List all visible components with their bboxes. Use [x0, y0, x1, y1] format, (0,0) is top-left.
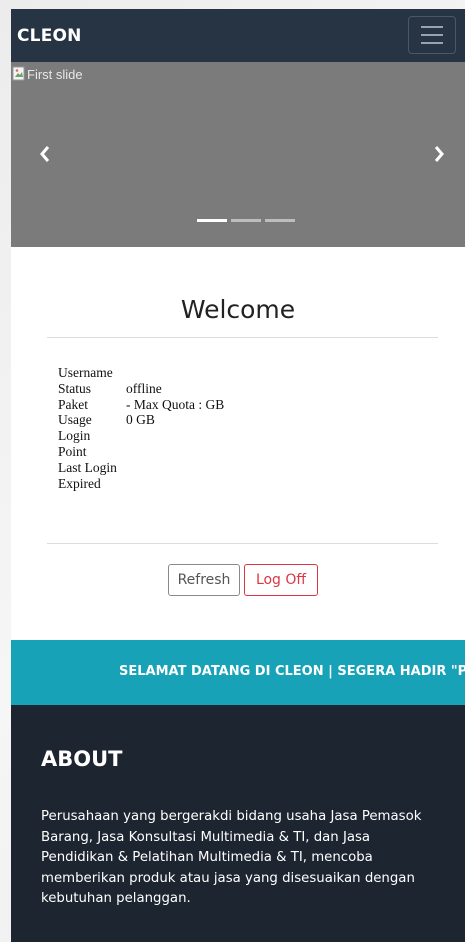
info-row-paket: Paket - Max Quota : GB — [58, 397, 224, 413]
hamburger-icon-line — [421, 34, 443, 36]
action-buttons: Refresh Log Off — [168, 564, 318, 596]
about-section: ABOUT Perusahaan yang bergerakdi bidang … — [11, 705, 465, 942]
info-label: Status — [58, 380, 92, 396]
info-value: 0 GB — [126, 412, 155, 428]
carousel-indicators — [197, 219, 295, 222]
info-value: offline — [126, 380, 162, 396]
marquee-text: SELAMAT DATANG DI CLEON | SEGERA HADIR "… — [119, 664, 465, 679]
brand-logo-text[interactable]: CLEON — [17, 26, 82, 46]
app-frame: CLEON First slide Welcome Username Statu… — [11, 9, 465, 942]
broken-image-icon — [12, 66, 25, 81]
carousel-indicator-1[interactable] — [197, 219, 227, 222]
info-row-status: Status offline — [58, 381, 224, 397]
carousel-prev-button[interactable] — [35, 140, 55, 168]
hamburger-icon — [421, 26, 443, 28]
info-row-expired: Expired — [58, 476, 224, 492]
carousel-indicator-3[interactable] — [265, 219, 295, 222]
divider — [47, 543, 438, 544]
carousel-indicator-2[interactable] — [231, 219, 261, 222]
chevron-left-icon — [40, 146, 50, 162]
announcement-marquee: SELAMAT DATANG DI CLEON | SEGERA HADIR "… — [11, 640, 465, 705]
info-label: Last Login — [58, 459, 117, 475]
refresh-button[interactable]: Refresh — [168, 564, 240, 596]
info-value: - Max Quota : GB — [126, 396, 225, 412]
about-text: Perusahaan yang bergerakdi bidang usaha … — [41, 809, 422, 906]
info-row-login: Login — [58, 428, 224, 444]
carousel-image-alt-text: First slide — [27, 66, 83, 82]
carousel-slide-image: First slide — [12, 66, 83, 82]
info-label: Login — [58, 428, 91, 444]
info-label: Paket — [58, 396, 88, 412]
navbar-toggle-button[interactable] — [408, 16, 456, 54]
info-row-username: Username — [58, 365, 224, 381]
info-row-last-login: Last Login — [58, 460, 224, 476]
navbar: CLEON — [11, 9, 465, 62]
welcome-title: Welcome — [180, 295, 296, 324]
hamburger-icon-line — [421, 42, 443, 44]
carousel-next-button[interactable] — [429, 140, 449, 168]
image-carousel: First slide — [11, 62, 465, 247]
user-info-table: Username Status offline Paket - Max Quot… — [58, 365, 224, 491]
chevron-right-icon — [434, 146, 444, 162]
log-off-button[interactable]: Log Off — [244, 564, 318, 596]
about-title: ABOUT — [41, 747, 123, 771]
info-label: Expired — [58, 475, 101, 491]
info-label: Point — [58, 443, 87, 459]
info-row-usage: Usage 0 GB — [58, 412, 224, 428]
info-label: Username — [58, 365, 113, 380]
info-row-point: Point — [58, 444, 224, 460]
divider — [47, 337, 438, 338]
info-label: Usage — [58, 412, 92, 428]
